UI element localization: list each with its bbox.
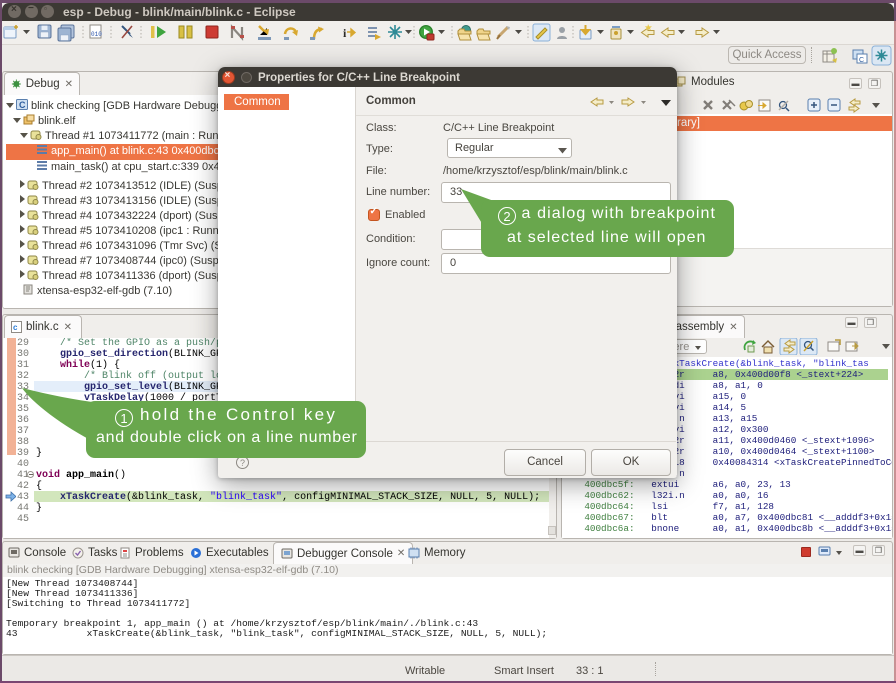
- svg-text:010: 010: [91, 31, 102, 38]
- svg-text:C: C: [859, 57, 864, 64]
- svg-text:i: i: [343, 26, 347, 40]
- svg-text:c: c: [13, 323, 18, 332]
- svg-text:C: C: [19, 100, 26, 110]
